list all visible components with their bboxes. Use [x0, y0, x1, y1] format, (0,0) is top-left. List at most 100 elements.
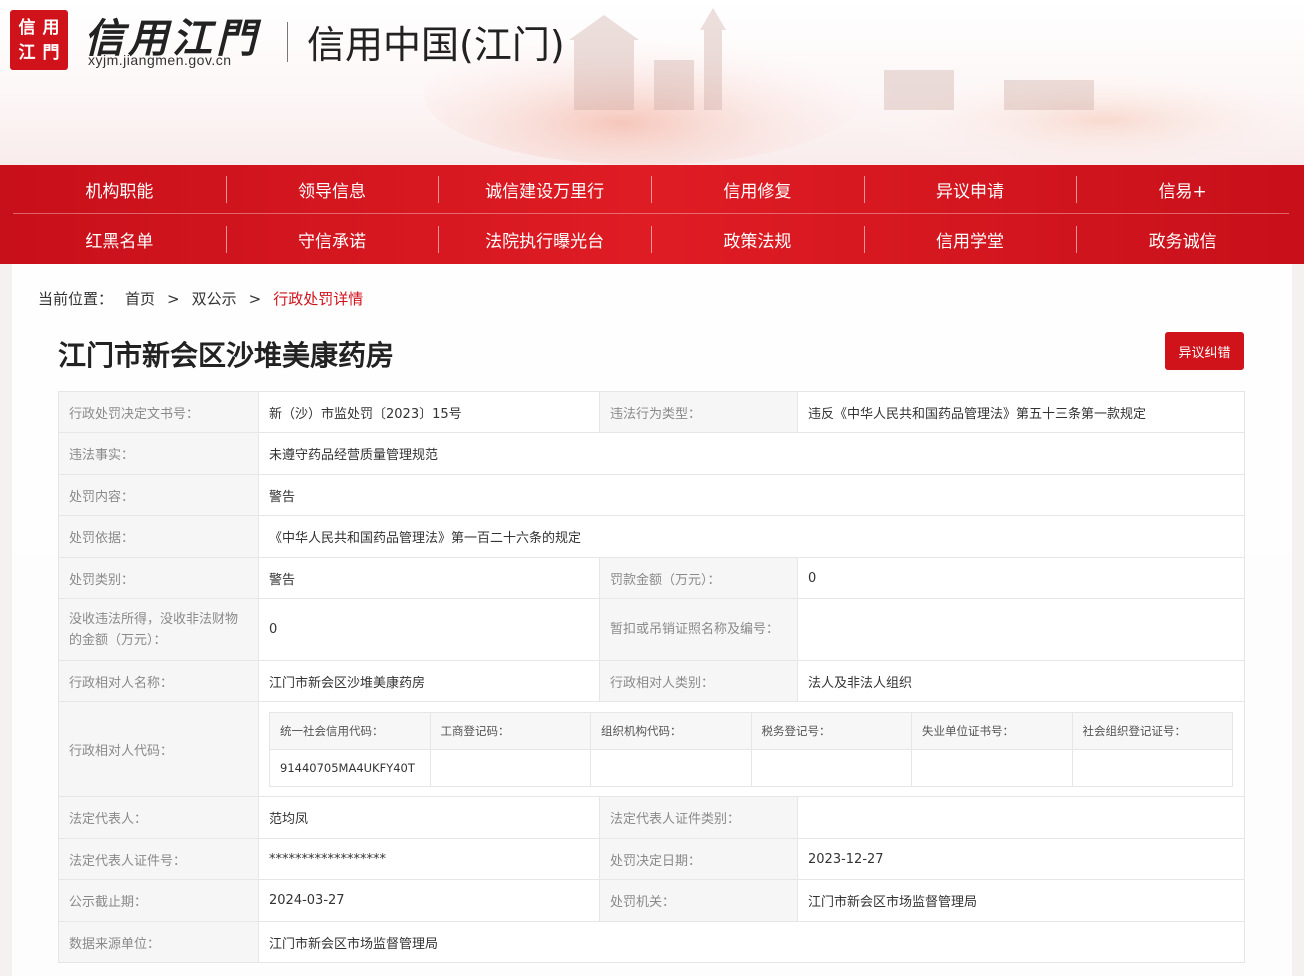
- decision-date-value: 2023-12-27: [797, 838, 1245, 880]
- category-label: 处罚类别：: [58, 557, 259, 599]
- code-header: 组织机构代码：: [590, 711, 752, 750]
- nav-item-xinyi[interactable]: 信易+: [1076, 165, 1289, 213]
- violation-type-value: 违反《中华人民共和国药品管理法》第五十三条第一款规定: [797, 391, 1245, 433]
- decision-no-label: 行政处罚决定文书号：: [58, 391, 259, 433]
- content-panel: 当前位置： 首页 > 双公示 > 行政处罚详情 江门市新会区沙堆美康药房 异议纠…: [12, 264, 1292, 976]
- code-value: [1071, 748, 1233, 787]
- code-header: 失业单位证书号：: [911, 711, 1073, 750]
- nav-item-policy[interactable]: 政策法规: [651, 215, 864, 264]
- category-value: 警告: [258, 557, 600, 599]
- authority-value: 江门市新会区市场监督管理局: [797, 879, 1245, 922]
- content-label: 处罚内容：: [58, 474, 259, 516]
- objection-button[interactable]: 异议纠错: [1165, 332, 1244, 370]
- party-codes-table: 统一社会信用代码： 工商登记码： 组织机构代码： 税务登记号： 失业单位证书号：…: [269, 711, 1233, 787]
- legal-id-no-label: 法定代表人证件号：: [58, 838, 259, 880]
- confiscation-label: 没收违法所得，没收非法财物的金额（万元）：: [58, 598, 259, 661]
- nav-item-court-exposure[interactable]: 法院执行曝光台: [438, 215, 651, 264]
- breadcrumb-home[interactable]: 首页: [125, 288, 155, 309]
- seal-char: 用: [42, 17, 60, 38]
- table-row: 违法事实： 未遵守药品经营质量管理规范: [58, 432, 1245, 475]
- decision-date-label: 处罚决定日期：: [599, 838, 798, 880]
- party-code-label: 行政相对人代码：: [58, 701, 259, 797]
- code-header: 工商登记码：: [429, 711, 591, 750]
- table-row: 处罚类别： 警告 罚款金额（万元）： 0: [58, 557, 1245, 599]
- table-row: 法定代表人证件号： ****************** 处罚决定日期： 202…: [58, 838, 1245, 880]
- main-nav: 机构职能 领导信息 诚信建设万里行 信用修复 异议申请 信易+ 红黑名单 守信承…: [0, 165, 1304, 264]
- license-label: 暂扣或吊销证照名称及编号：: [599, 598, 798, 661]
- table-row: 数据来源单位： 江门市新会区市场监督管理局: [58, 921, 1245, 963]
- authority-label: 处罚机关：: [599, 879, 798, 922]
- seal-char: 江: [18, 42, 36, 63]
- table-row: 法定代表人： 范均凤 法定代表人证件类别：: [58, 796, 1245, 839]
- code-header: 税务登记号：: [750, 711, 912, 750]
- logo-domain: xyjm.jiangmen.gov.cn: [88, 52, 232, 68]
- table-row: 处罚依据： 《中华人民共和国药品管理法》第一百二十六条的规定: [58, 515, 1245, 558]
- page-title: 江门市新会区沙堆美康药房: [58, 339, 395, 372]
- table-row: 处罚内容： 警告: [58, 474, 1245, 516]
- decision-no-value: 新（沙）市监处罚〔2023〕15号: [258, 391, 600, 433]
- party-code-cell: 统一社会信用代码： 工商登记码： 组织机构代码： 税务登记号： 失业单位证书号：…: [258, 701, 1245, 797]
- nav-row-2: 红黑名单 守信承诺 法院执行曝光台 政策法规 信用学堂 政务诚信: [13, 215, 1289, 264]
- seal-char: 門: [42, 42, 60, 63]
- code-value: [429, 748, 591, 787]
- party-type-label: 行政相对人类别：: [599, 660, 798, 702]
- breadcrumb-current: 行政处罚详情: [273, 290, 364, 308]
- content-value: 警告: [258, 474, 1245, 516]
- legal-id-no-value: ******************: [258, 838, 600, 880]
- site-title: 信用中国(江门): [307, 23, 565, 67]
- logo-divider: [287, 22, 288, 62]
- publish-end-label: 公示截止期：: [58, 879, 259, 922]
- table-row: 没收违法所得，没收非法财物的金额（万元）： 0 暂扣或吊销证照名称及编号：: [58, 598, 1245, 661]
- fine-value: 0: [797, 557, 1245, 599]
- legal-id-type-value: [797, 796, 1245, 839]
- site-header: 信 用 江 門 信用江門 xyjm.jiangmen.gov.cn 信用中国(江…: [0, 0, 1304, 165]
- table-row: 公示截止期： 2024-03-27 处罚机关： 江门市新会区市场监督管理局: [58, 879, 1245, 922]
- basis-label: 处罚依据：: [58, 515, 259, 558]
- breadcrumb-section[interactable]: 双公示: [192, 288, 237, 309]
- legal-rep-label: 法定代表人：: [58, 796, 259, 839]
- nav-item-credit-repair[interactable]: 信用修复: [651, 165, 864, 213]
- codes-value-row: 91440705MA4UKFY40T: [269, 748, 1233, 787]
- nav-item-institution[interactable]: 机构职能: [13, 165, 226, 213]
- facts-value: 未遵守药品经营质量管理规范: [258, 432, 1245, 475]
- license-value: [797, 598, 1245, 661]
- nav-item-integrity-tour[interactable]: 诚信建设万里行: [438, 165, 651, 213]
- facts-label: 违法事实：: [58, 432, 259, 475]
- legal-rep-value: 范均凤: [258, 796, 600, 839]
- penalty-detail-table: 行政处罚决定文书号： 新（沙）市监处罚〔2023〕15号 违法行为类型： 违反《…: [58, 391, 1245, 963]
- nav-item-academy[interactable]: 信用学堂: [863, 215, 1077, 264]
- nav-row-1: 机构职能 领导信息 诚信建设万里行 信用修复 异议申请 信易+: [13, 165, 1289, 214]
- code-value: [911, 748, 1073, 787]
- party-name-value: 江门市新会区沙堆美康药房: [258, 660, 600, 702]
- party-type-value: 法人及非法人组织: [797, 660, 1245, 702]
- table-row: 行政处罚决定文书号： 新（沙）市监处罚〔2023〕15号 违法行为类型： 违反《…: [58, 391, 1245, 433]
- breadcrumb-separator: >: [167, 289, 180, 308]
- code-header: 统一社会信用代码：: [269, 711, 431, 750]
- nav-item-leaders[interactable]: 领导信息: [225, 165, 439, 213]
- table-row: 行政相对人名称： 江门市新会区沙堆美康药房 行政相对人类别： 法人及非法人组织: [58, 660, 1245, 702]
- confiscation-value: 0: [258, 598, 600, 661]
- code-value: [590, 748, 752, 787]
- publish-end-value: 2024-03-27: [258, 879, 600, 922]
- seal-char: 信: [18, 17, 36, 38]
- basis-value: 《中华人民共和国药品管理法》第一百二十六条的规定: [258, 515, 1245, 558]
- legal-id-type-label: 法定代表人证件类别：: [599, 796, 798, 839]
- nav-item-commitment[interactable]: 守信承诺: [225, 215, 439, 264]
- source-label: 数据来源单位：: [58, 921, 259, 963]
- code-value: [750, 748, 912, 787]
- logo-seal[interactable]: 信 用 江 門: [10, 10, 68, 70]
- breadcrumb: 当前位置： 首页 > 双公示 > 行政处罚详情: [38, 288, 363, 309]
- nav-item-red-black-list[interactable]: 红黑名单: [13, 215, 226, 264]
- codes-header-row: 统一社会信用代码： 工商登记码： 组织机构代码： 税务登记号： 失业单位证书号：…: [269, 711, 1233, 750]
- violation-type-label: 违法行为类型：: [599, 391, 798, 433]
- source-value: 江门市新会区市场监督管理局: [258, 921, 1245, 963]
- breadcrumb-label: 当前位置：: [38, 290, 114, 308]
- fine-label: 罚款金额（万元）：: [599, 557, 798, 599]
- nav-item-gov-integrity[interactable]: 政务诚信: [1076, 215, 1289, 264]
- breadcrumb-separator: >: [248, 289, 262, 308]
- code-header: 社会组织登记证号：: [1071, 711, 1233, 750]
- table-row: 行政相对人代码： 统一社会信用代码： 工商登记码： 组织机构代码： 税务登记号：…: [58, 701, 1245, 797]
- party-name-label: 行政相对人名称：: [58, 660, 259, 702]
- nav-item-objection[interactable]: 异议申请: [863, 165, 1077, 213]
- code-value: 91440705MA4UKFY40T: [269, 748, 431, 787]
